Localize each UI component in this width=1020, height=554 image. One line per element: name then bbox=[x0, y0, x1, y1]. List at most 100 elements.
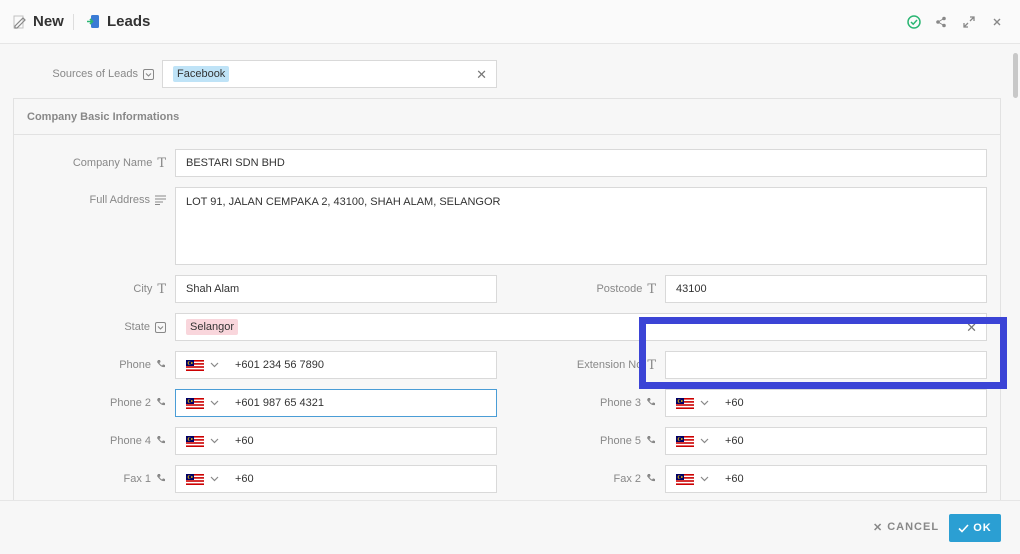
country-code-selector[interactable] bbox=[186, 435, 235, 447]
full-address-label: Full Address bbox=[89, 194, 150, 206]
country-code-selector[interactable] bbox=[676, 473, 725, 485]
fax2-label: Fax 2 bbox=[613, 473, 641, 485]
window-header: New Leads bbox=[0, 0, 1020, 44]
country-code-selector[interactable] bbox=[186, 359, 235, 371]
new-label: New bbox=[33, 13, 64, 30]
share-icon[interactable] bbox=[933, 14, 949, 30]
state-select[interactable]: Selangor ✕ bbox=[175, 313, 987, 341]
sources-label: Sources of Leads bbox=[52, 68, 138, 80]
phone2-input[interactable]: +601 987 65 4321 bbox=[175, 389, 497, 417]
clear-icon[interactable]: ✕ bbox=[966, 320, 977, 336]
phone5-label-row: Phone 5 bbox=[510, 427, 656, 455]
text-type-icon: T bbox=[157, 155, 166, 171]
check-circle-icon[interactable] bbox=[906, 14, 922, 30]
paragraph-icon bbox=[155, 195, 166, 205]
malaysia-flag-icon bbox=[186, 397, 204, 409]
cancel-label: CANCEL bbox=[887, 521, 940, 533]
phone2-label: Phone 2 bbox=[110, 397, 151, 409]
form-body[interactable]: Sources of Leads Facebook ✕ Company Basi… bbox=[0, 45, 1020, 500]
phone-label: Phone bbox=[119, 359, 151, 371]
full-address-textarea[interactable]: LOT 91, JALAN CEMPAKA 2, 43100, SHAH ALA… bbox=[175, 187, 987, 265]
new-tab[interactable]: New bbox=[13, 13, 64, 30]
check-icon bbox=[958, 523, 969, 533]
city-input[interactable]: Shah Alam bbox=[175, 275, 497, 303]
phone-value: +601 234 56 7890 bbox=[235, 359, 325, 371]
chevron-down-icon bbox=[210, 400, 219, 406]
full-address-label-row: Full Address bbox=[20, 191, 166, 209]
phone-icon bbox=[156, 473, 166, 486]
company-name-label: Company Name bbox=[72, 157, 153, 169]
fax2-value: +60 bbox=[725, 473, 744, 485]
country-code-selector[interactable] bbox=[186, 473, 235, 485]
phone3-label-row: Phone 3 bbox=[510, 389, 656, 417]
text-type-icon: T bbox=[647, 281, 656, 297]
fax2-input[interactable]: +60 bbox=[665, 465, 987, 493]
malaysia-flag-icon bbox=[676, 435, 694, 447]
postcode-input[interactable]: 43100 bbox=[665, 275, 987, 303]
city-label-row: City T bbox=[20, 275, 166, 303]
malaysia-flag-icon bbox=[676, 397, 694, 409]
malaysia-flag-icon bbox=[676, 473, 694, 485]
city-label: City bbox=[133, 283, 153, 295]
state-label: State bbox=[124, 321, 150, 333]
scrollbar[interactable] bbox=[1013, 53, 1018, 98]
text-type-icon: T bbox=[647, 357, 656, 373]
ok-button[interactable]: OK bbox=[949, 514, 1001, 542]
phone4-value: +60 bbox=[235, 435, 254, 447]
leads-label: Leads bbox=[107, 13, 151, 30]
phone-icon bbox=[156, 397, 166, 410]
extension-label: Extension No bbox=[576, 359, 643, 371]
ok-label: OK bbox=[973, 522, 992, 534]
country-code-selector[interactable] bbox=[676, 397, 725, 409]
dialog-footer: ✕ CANCEL OK bbox=[0, 500, 1020, 554]
city-value: Shah Alam bbox=[186, 283, 240, 295]
chevron-down-icon bbox=[700, 400, 709, 406]
phone2-value: +601 987 65 4321 bbox=[235, 397, 325, 409]
leads-tab[interactable]: Leads bbox=[86, 13, 150, 30]
postcode-label-row: Postcode T bbox=[510, 275, 656, 303]
full-address-value: LOT 91, JALAN CEMPAKA 2, 43100, SHAH ALA… bbox=[186, 196, 501, 208]
postcode-value: 43100 bbox=[676, 283, 707, 295]
phone5-label: Phone 5 bbox=[600, 435, 641, 447]
phone-icon bbox=[646, 473, 656, 486]
x-icon: ✕ bbox=[873, 522, 884, 534]
expand-icon[interactable] bbox=[961, 14, 977, 30]
close-icon[interactable] bbox=[989, 14, 1005, 30]
dropdown-icon bbox=[143, 68, 154, 80]
phone4-input[interactable]: +60 bbox=[175, 427, 497, 455]
phone2-label-row: Phone 2 bbox=[20, 389, 166, 417]
phone-label-row: Phone bbox=[20, 351, 166, 379]
fax1-input[interactable]: +60 bbox=[175, 465, 497, 493]
postcode-label: Postcode bbox=[596, 283, 643, 295]
phone3-input[interactable]: +60 bbox=[665, 389, 987, 417]
country-code-selector[interactable] bbox=[186, 397, 235, 409]
phone5-input[interactable]: +60 bbox=[665, 427, 987, 455]
phone-icon bbox=[156, 435, 166, 448]
fax2-label-row: Fax 2 bbox=[510, 465, 656, 493]
chevron-down-icon bbox=[210, 362, 219, 368]
phone3-value: +60 bbox=[725, 397, 744, 409]
phone4-label-row: Phone 4 bbox=[20, 427, 166, 455]
company-name-value: BESTARI SDN BHD bbox=[186, 157, 285, 169]
dropdown-icon bbox=[155, 321, 166, 333]
malaysia-flag-icon bbox=[186, 359, 204, 371]
clear-icon[interactable]: ✕ bbox=[476, 67, 487, 83]
sources-label-row: Sources of Leads bbox=[20, 60, 154, 88]
cancel-button[interactable]: ✕ CANCEL bbox=[873, 521, 939, 534]
phone3-label: Phone 3 bbox=[600, 397, 641, 409]
extension-label-row: Extension No T bbox=[510, 351, 656, 379]
phone5-value: +60 bbox=[725, 435, 744, 447]
company-name-input[interactable]: BESTARI SDN BHD bbox=[175, 149, 987, 177]
chevron-down-icon bbox=[700, 476, 709, 482]
malaysia-flag-icon bbox=[186, 473, 204, 485]
country-code-selector[interactable] bbox=[676, 435, 725, 447]
company-name-label-row: Company Name T bbox=[20, 149, 166, 177]
sources-select[interactable]: Facebook ✕ bbox=[162, 60, 497, 88]
card-title: Company Basic Informations bbox=[14, 99, 1000, 135]
extension-input[interactable] bbox=[665, 351, 987, 379]
edit-icon bbox=[13, 15, 26, 29]
malaysia-flag-icon bbox=[186, 435, 204, 447]
fax1-value: +60 bbox=[235, 473, 254, 485]
phone-input[interactable]: +601 234 56 7890 bbox=[175, 351, 497, 379]
selangor-tag: Selangor bbox=[186, 319, 239, 335]
